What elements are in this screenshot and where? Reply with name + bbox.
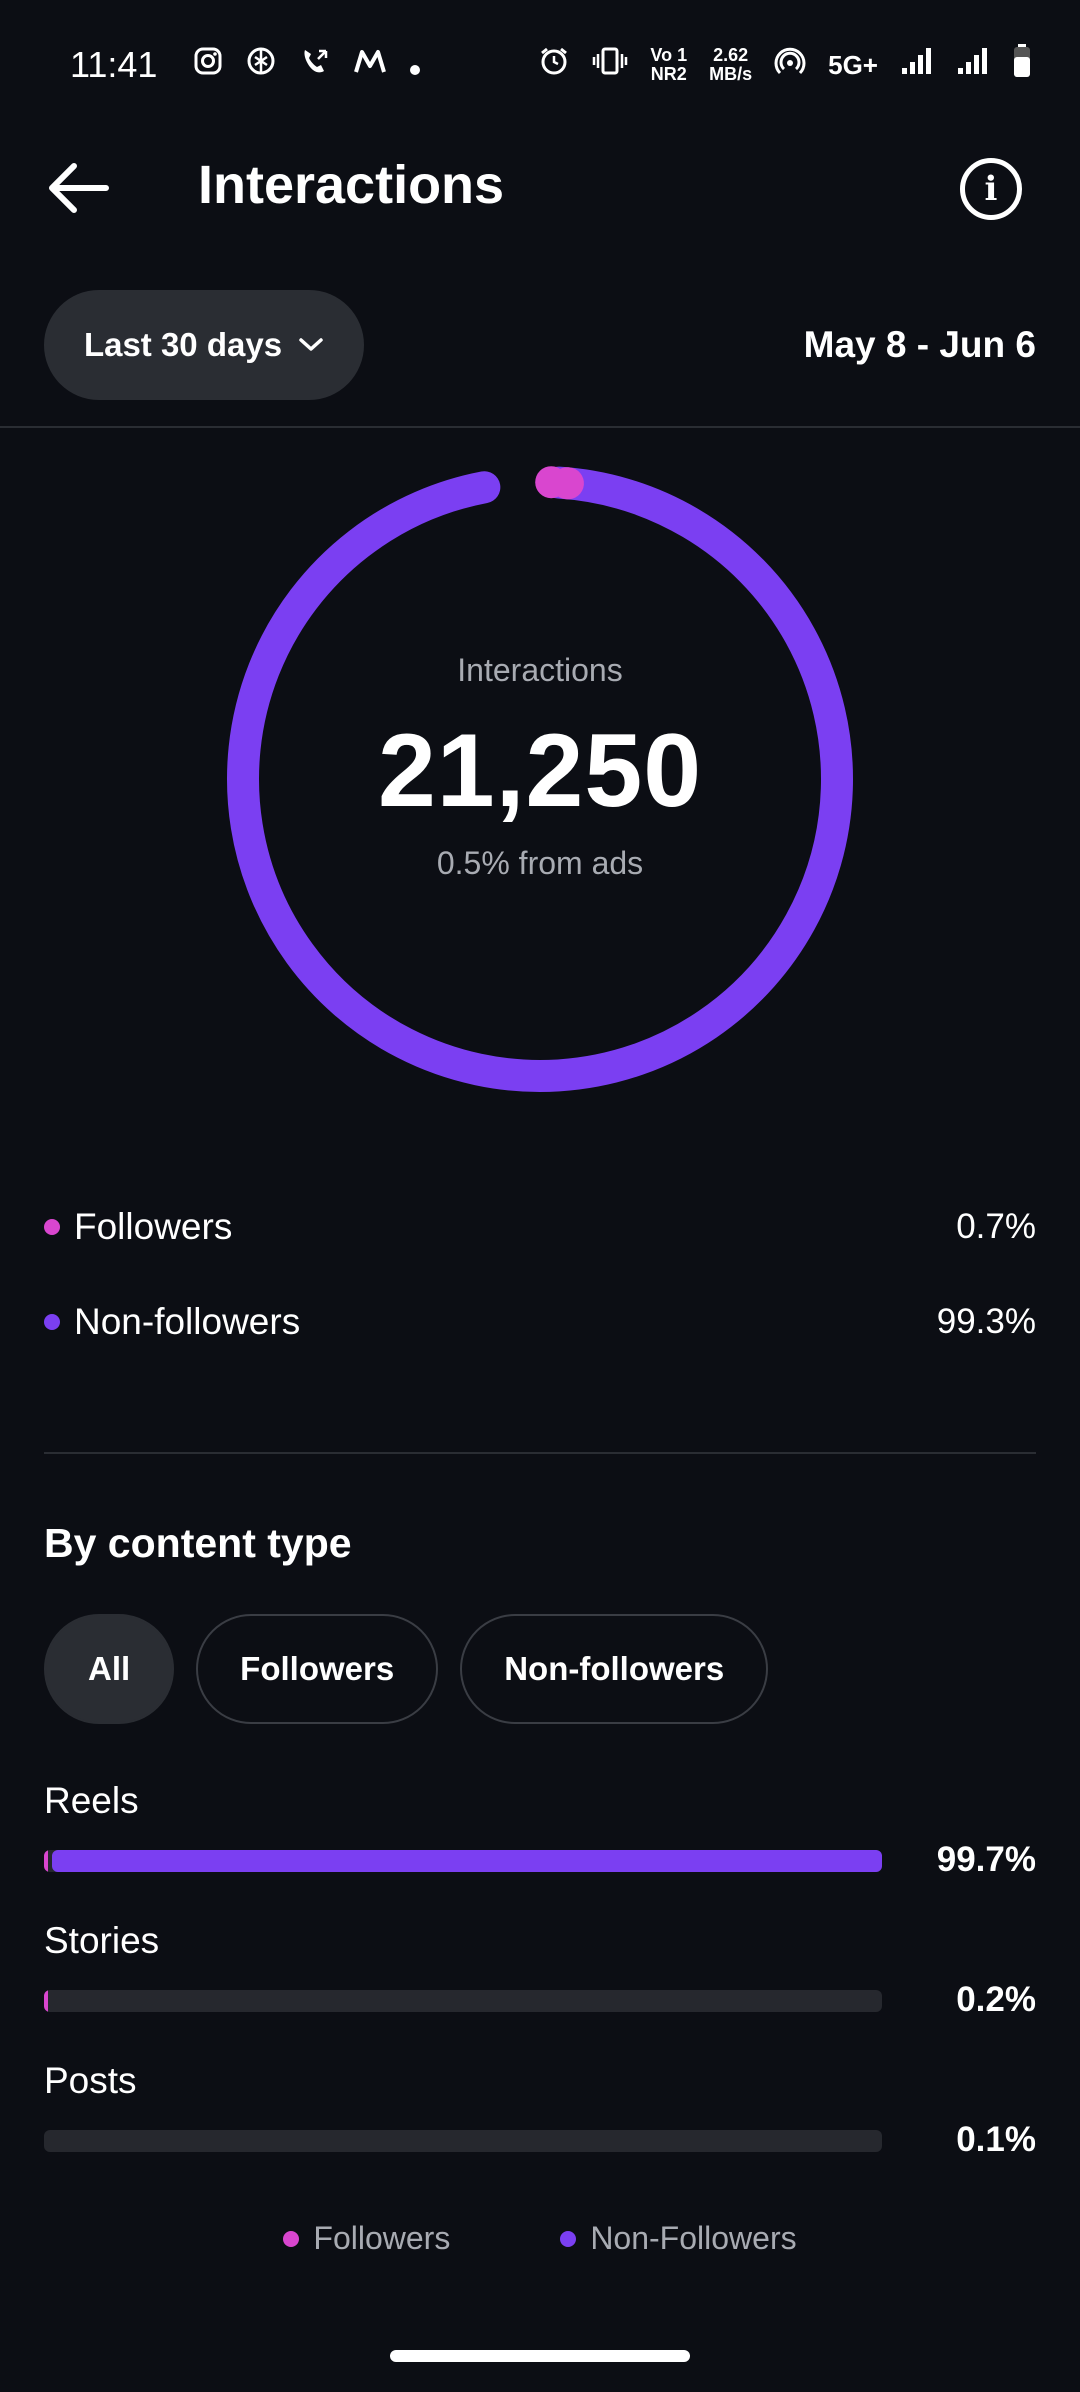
legend-label: Non-followers	[74, 1301, 301, 1342]
back-button[interactable]	[44, 160, 112, 216]
notification-dot-icon	[409, 46, 421, 85]
phone-call-icon	[299, 45, 331, 86]
legend-item-non-followers: Non-Followers	[560, 2220, 797, 2257]
date-range-selected: Last 30 days	[83, 326, 283, 363]
volte-top: Vo 1	[650, 45, 688, 66]
legend-percent: 0.7%	[956, 1207, 1036, 1246]
followers-dot-icon	[283, 2230, 300, 2247]
legend-label: Non-Followers	[590, 2220, 797, 2256]
bar-fill-followers	[44, 1990, 48, 2012]
section-title: By content type	[44, 1520, 352, 1566]
vibrate-icon	[592, 46, 628, 85]
donut-label: Interactions	[457, 652, 623, 688]
legend-percent: 99.3%	[936, 1302, 1036, 1341]
volte-indicator: Vo 1 NR2	[650, 46, 687, 84]
signal-strength-icon-2	[956, 46, 990, 85]
divider	[0, 426, 1080, 428]
content-filter-chips: All Followers Non-followers	[44, 1614, 769, 1724]
chatgpt-icon	[245, 45, 277, 86]
legend-label: Followers	[74, 1206, 233, 1247]
arrow-left-icon	[49, 163, 109, 213]
net-speed: 2.62 MB/s	[709, 46, 752, 84]
info-icon: i	[984, 169, 998, 209]
date-range-text: May 8 - Jun 6	[803, 324, 1036, 365]
net-speed-value: 2.62	[713, 45, 749, 66]
content-type-bar-posts	[44, 2130, 882, 2152]
status-left: 11:41	[70, 44, 421, 86]
battery-icon	[1012, 43, 1032, 88]
instagram-icon	[193, 46, 223, 85]
non-followers-dot-icon	[44, 1314, 60, 1330]
bar-chart-legend: Followers Non-Followers	[0, 2220, 1080, 2257]
legend-row-followers: Followers 0.7%	[44, 1197, 1036, 1257]
content-type-label-posts: Posts	[44, 2060, 137, 2101]
hotspot-icon	[774, 45, 806, 86]
home-indicator[interactable]	[390, 2350, 690, 2362]
network-type: 5G+	[828, 49, 878, 80]
content-type-bar-reels	[44, 1850, 882, 1872]
chevron-down-icon	[299, 338, 323, 351]
signal-strength-icon	[900, 46, 934, 85]
volte-bottom: NR2	[650, 64, 687, 84]
donut-marker-followers	[535, 466, 568, 499]
non-followers-dot-icon	[560, 2230, 577, 2247]
date-range-dropdown[interactable]: Last 30 days	[44, 290, 364, 400]
bar-fill-non-followers	[52, 1850, 882, 1872]
ads-note: 0.5% from ads	[436, 845, 644, 881]
myntra-icon	[353, 46, 387, 85]
info-button[interactable]: i	[960, 158, 1022, 220]
top-app-bar: Interactions i	[0, 130, 1080, 245]
bar-fill-followers	[44, 1850, 49, 1872]
content-type-label-reels: Reels	[44, 1780, 139, 1821]
content-type-percent-reels: 99.7%	[936, 1840, 1036, 1879]
filter-chip-non-followers[interactable]: Non-followers	[460, 1614, 769, 1724]
status-right: Vo 1 NR2 2.62 MB/s 5G+	[538, 43, 1032, 88]
interactions-total: 21,250	[377, 713, 703, 829]
followers-dot-icon	[44, 1219, 60, 1235]
legend-row-non-followers: Non-followers 99.3%	[44, 1292, 1036, 1352]
filter-chip-all[interactable]: All	[44, 1614, 175, 1724]
content-type-bar-stories	[44, 1990, 882, 2012]
page-title: Interactions	[198, 155, 505, 215]
status-time: 11:41	[70, 44, 158, 85]
alarm-icon	[538, 45, 570, 86]
net-speed-unit: MB/s	[709, 64, 753, 84]
legend-item-followers: Followers	[283, 2220, 450, 2257]
content-type-percent-stories: 0.2%	[956, 1980, 1036, 2019]
divider	[44, 1452, 1036, 1454]
content-type-label-stories: Stories	[44, 1920, 160, 1961]
date-range-row: Last 30 days May 8 - Jun 6	[0, 290, 1080, 400]
legend-label: Followers	[313, 2220, 451, 2256]
status-bar: 11:41 Vo 1 NR2 2.62 MB/s 5G+	[0, 0, 1080, 130]
content-type-percent-posts: 0.1%	[956, 2120, 1036, 2159]
filter-chip-followers[interactable]: Followers	[196, 1614, 439, 1724]
